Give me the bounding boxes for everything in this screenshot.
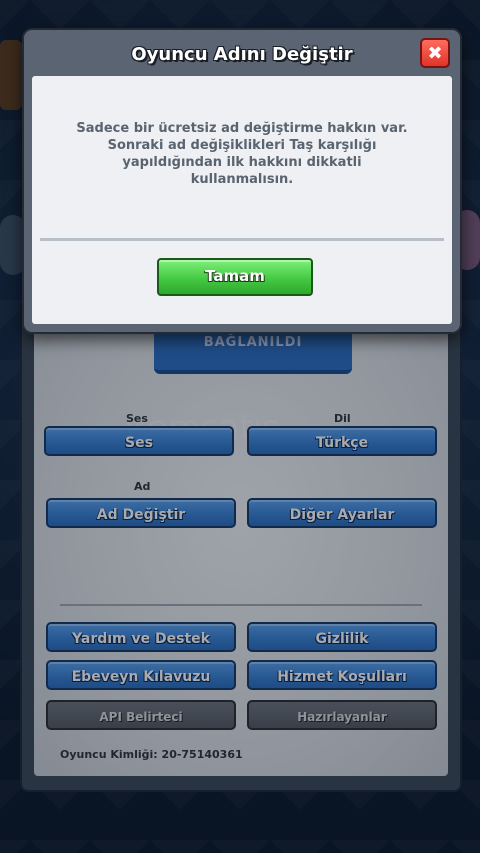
close-button[interactable]: ✖ [420,38,450,68]
dialog-body: Sadece bir ücretsiz ad değiştirme hakkın… [32,76,452,324]
dialog-title: Oyuncu Adını Değiştir [131,44,353,65]
ok-button[interactable]: Tamam [157,258,313,296]
dialog-message: Sadece bir ücretsiz ad değiştirme hakkın… [76,121,408,187]
dialog-divider [40,238,444,241]
close-icon: ✖ [427,42,443,64]
change-name-dialog: Oyuncu Adını Değiştir ✖ Sadece bir ücret… [22,28,462,334]
